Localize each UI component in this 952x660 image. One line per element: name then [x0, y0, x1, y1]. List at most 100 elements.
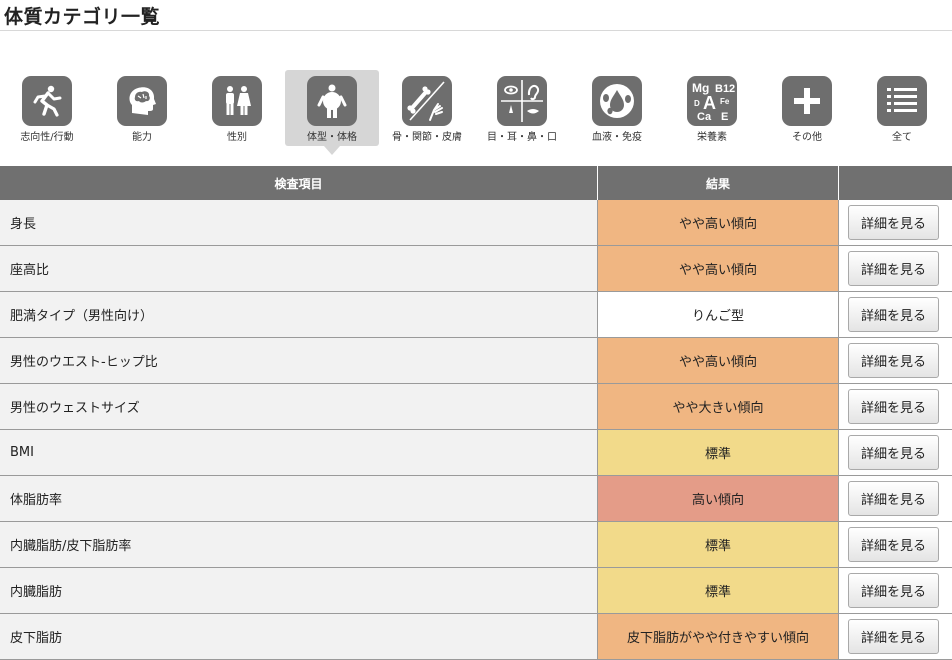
table-row: 皮下脂肪 皮下脂肪がやや付きやすい傾向 詳細を見る [0, 614, 952, 660]
test-result: やや大きい傾向 [598, 384, 838, 429]
category-other[interactable]: その他 [760, 70, 854, 146]
test-item-name: 内臓脂肪/皮下脂肪率 [0, 522, 597, 567]
test-item-name: 身長 [0, 200, 597, 245]
category-nutrients[interactable]: Mg B12 D A Fe Ca E 栄養素 [665, 70, 759, 146]
header-action [839, 166, 952, 200]
category-gender[interactable]: 性別 [190, 70, 284, 146]
category-label: 目・耳・鼻・口 [487, 132, 557, 143]
test-result: 高い傾向 [598, 476, 838, 521]
table-row: 肥満タイプ（男性向け） りんご型 詳細を見る [0, 292, 952, 338]
column-divider [597, 246, 598, 292]
test-result: やや高い傾向 [598, 246, 838, 291]
view-details-button[interactable]: 詳細を見る [848, 527, 939, 562]
test-result: 標準 [598, 522, 838, 567]
header-result: 結果 [598, 166, 838, 200]
title-divider [0, 30, 952, 31]
male-female-icon [212, 76, 262, 126]
svg-text:Fe: Fe [720, 97, 730, 106]
column-divider [838, 200, 839, 246]
action-cell: 詳細を見る [839, 384, 952, 429]
action-cell: 詳細を見る [839, 292, 952, 337]
column-divider [838, 430, 839, 476]
category-bar: 志向性/行動 能力 性別 体型・体格 骨・関節・皮膚 目・耳・鼻・口 血液・免疫… [0, 70, 952, 160]
svg-text:A: A [703, 93, 716, 113]
column-divider [597, 338, 598, 384]
test-item-name: 皮下脂肪 [0, 614, 597, 659]
plus-icon [782, 76, 832, 126]
view-details-button[interactable]: 詳細を見る [848, 205, 939, 240]
test-item-name: 座高比 [0, 246, 597, 291]
category-label: 血液・免疫 [592, 132, 642, 143]
category-label: 栄養素 [697, 132, 727, 143]
category-label: その他 [792, 132, 822, 143]
column-divider [838, 246, 839, 292]
table-row: 男性のウェストサイズ やや大きい傾向 詳細を見る [0, 384, 952, 430]
table-row: BMI 標準 詳細を見る [0, 430, 952, 476]
action-cell: 詳細を見る [839, 200, 952, 245]
view-details-button[interactable]: 詳細を見る [848, 343, 939, 378]
view-details-button[interactable]: 詳細を見る [848, 251, 939, 286]
column-divider [597, 568, 598, 614]
body-shape-icon [307, 76, 357, 126]
column-divider [597, 522, 598, 568]
view-details-button[interactable]: 詳細を見る [848, 435, 939, 470]
view-details-button[interactable]: 詳細を見る [848, 481, 939, 516]
blood-drop-icon [592, 76, 642, 126]
action-cell: 詳細を見る [839, 522, 952, 567]
category-label: 骨・関節・皮膚 [392, 132, 462, 143]
test-item-name: 内臓脂肪 [0, 568, 597, 613]
column-divider [597, 200, 598, 246]
column-divider [597, 430, 598, 476]
column-divider [597, 384, 598, 430]
category-behavior[interactable]: 志向性/行動 [0, 70, 94, 146]
action-cell: 詳細を見る [839, 568, 952, 613]
test-item-name: 男性のウエスト-ヒップ比 [0, 338, 597, 383]
action-cell: 詳細を見る [839, 614, 952, 659]
view-details-button[interactable]: 詳細を見る [848, 389, 939, 424]
column-divider [838, 522, 839, 568]
category-label: 志向性/行動 [20, 132, 74, 143]
category-bone-skin[interactable]: 骨・関節・皮膚 [380, 70, 474, 146]
list-icon [877, 76, 927, 126]
test-result: やや高い傾向 [598, 200, 838, 245]
test-result: やや高い傾向 [598, 338, 838, 383]
svg-text:B12: B12 [715, 83, 735, 95]
action-cell: 詳細を見る [839, 430, 952, 475]
column-divider [597, 292, 598, 338]
column-divider [838, 292, 839, 338]
test-result: 標準 [598, 568, 838, 613]
table-row: 座高比 やや高い傾向 詳細を見る [0, 246, 952, 292]
test-item-name: 男性のウェストサイズ [0, 384, 597, 429]
category-blood-immune[interactable]: 血液・免疫 [570, 70, 664, 146]
test-item-name: 肥満タイプ（男性向け） [0, 292, 597, 337]
column-divider [838, 476, 839, 522]
action-cell: 詳細を見る [839, 246, 952, 291]
svg-text:D: D [694, 99, 700, 108]
svg-text:Ca: Ca [697, 111, 712, 123]
table-row: 男性のウエスト-ヒップ比 やや高い傾向 詳細を見る [0, 338, 952, 384]
category-label: 性別 [227, 132, 247, 143]
running-person-icon [22, 76, 72, 126]
category-label: 体型・体格 [307, 132, 357, 143]
view-details-button[interactable]: 詳細を見る [848, 619, 939, 654]
category-body-type[interactable]: 体型・体格 [285, 70, 379, 155]
view-details-button[interactable]: 詳細を見る [848, 297, 939, 332]
table-row: 体脂肪率 高い傾向 詳細を見る [0, 476, 952, 522]
action-cell: 詳細を見る [839, 338, 952, 383]
category-all[interactable]: 全て [855, 70, 949, 146]
column-divider [838, 384, 839, 430]
column-divider [597, 476, 598, 522]
category-ability[interactable]: 能力 [95, 70, 189, 146]
category-label: 全て [892, 132, 912, 143]
column-divider [838, 338, 839, 384]
test-result: 標準 [598, 430, 838, 475]
category-senses[interactable]: 目・耳・鼻・口 [475, 70, 569, 146]
test-item-name: BMI [0, 430, 597, 475]
column-divider [838, 568, 839, 614]
svg-text:E: E [721, 111, 728, 123]
test-item-name: 体脂肪率 [0, 476, 597, 521]
nutrients-icon: Mg B12 D A Fe Ca E [687, 76, 737, 126]
view-details-button[interactable]: 詳細を見る [848, 573, 939, 608]
table-row: 内臓脂肪 標準 詳細を見る [0, 568, 952, 614]
bone-skin-icon [402, 76, 452, 126]
